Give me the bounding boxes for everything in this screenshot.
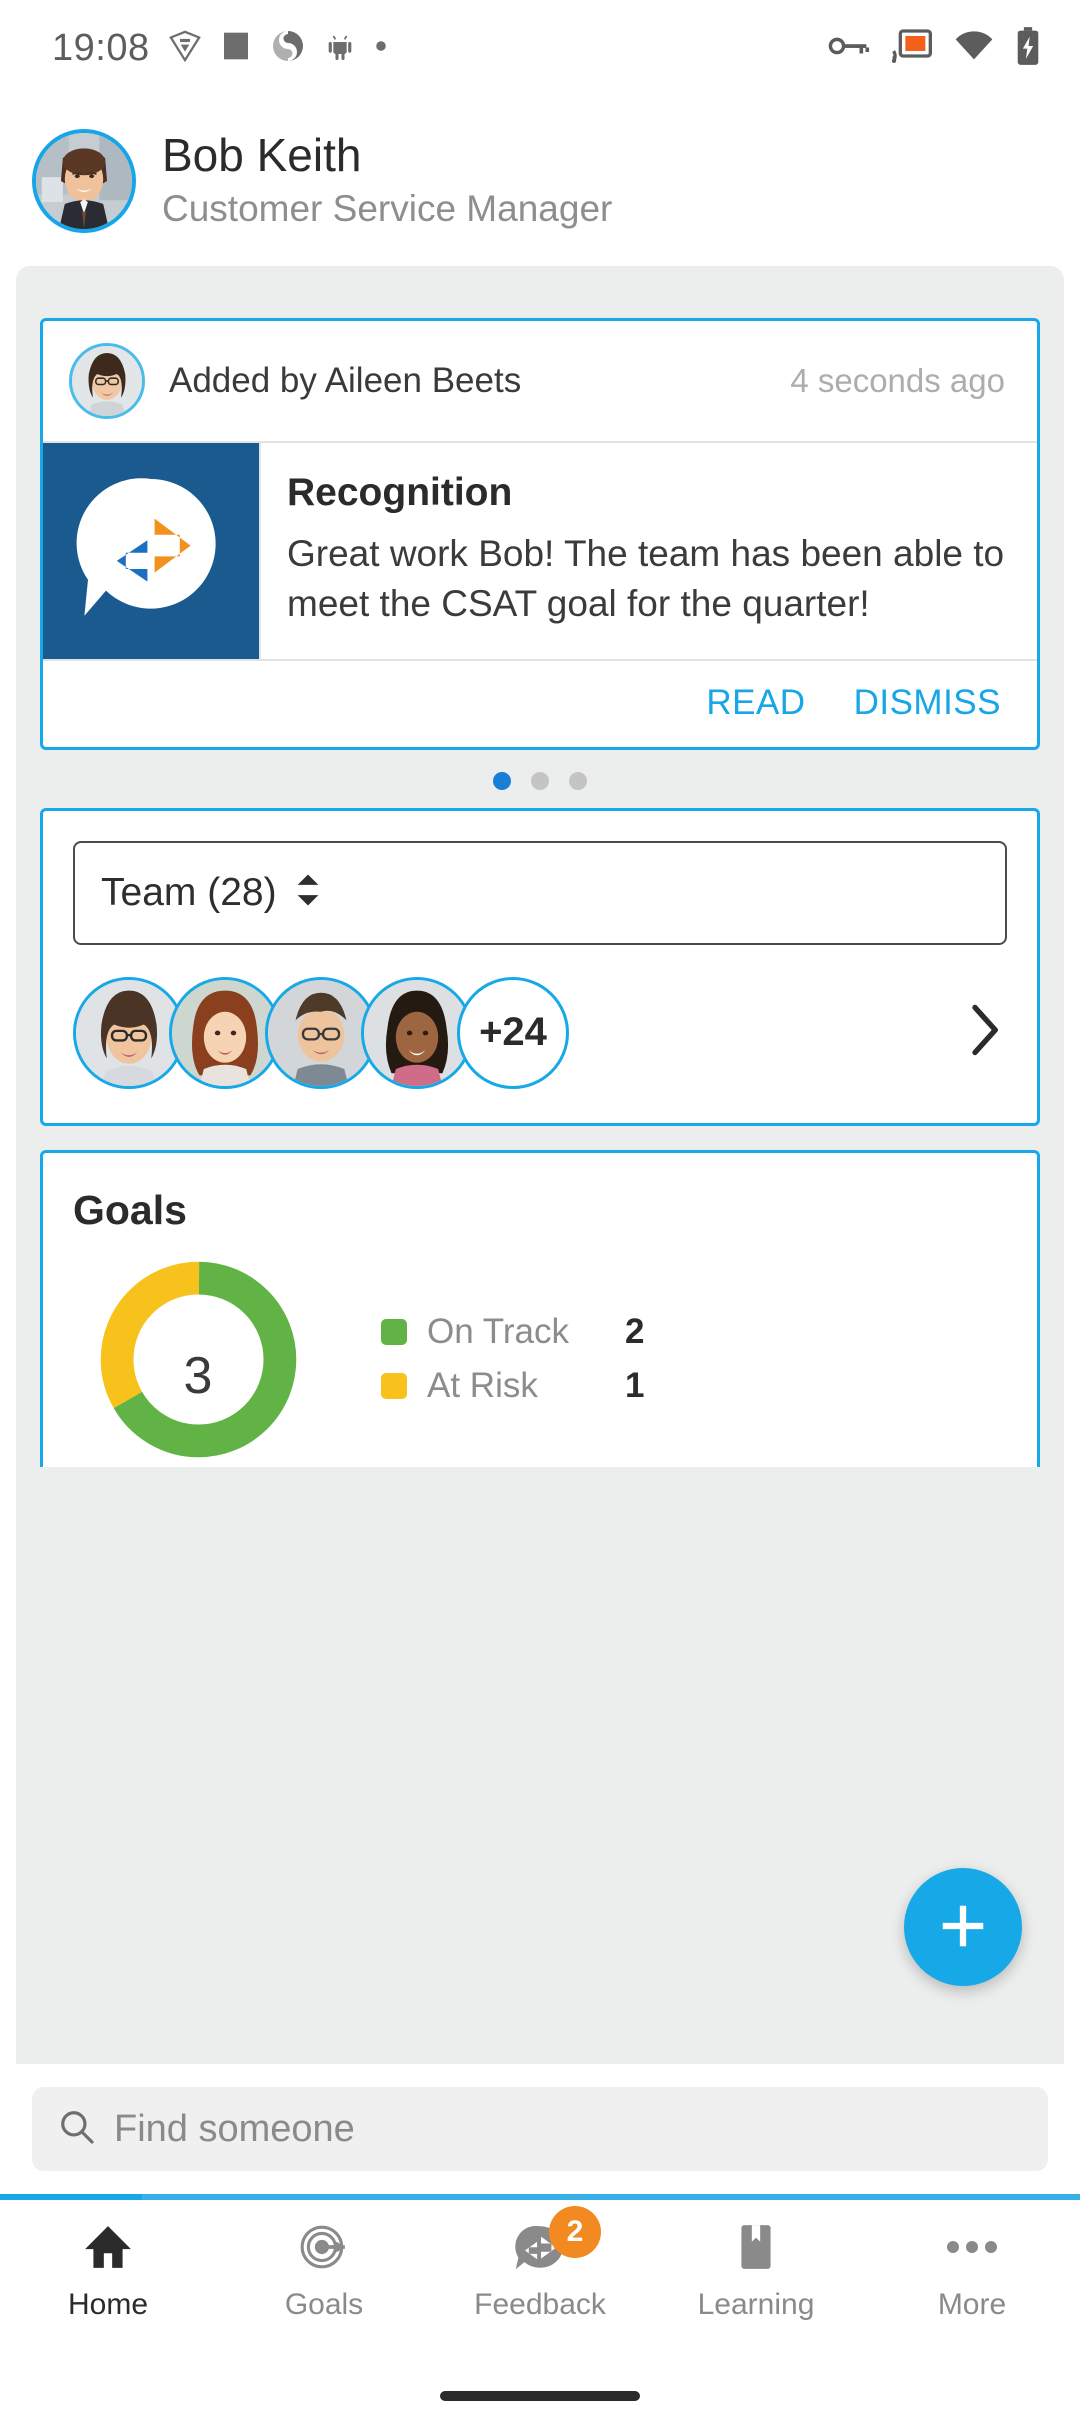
profile-header[interactable]: Bob Keith Customer Service Manager — [0, 96, 1080, 266]
spiral-icon — [270, 28, 306, 69]
legend-label-on-track: On Track — [427, 1312, 569, 1352]
team-selector-label: Team (28) — [101, 870, 277, 914]
recognition-badge-icon — [43, 443, 259, 659]
aileen-beets-avatar[interactable] — [69, 343, 145, 419]
recognition-actions: READ DISMISS — [43, 658, 1037, 747]
nav-label-more: More — [937, 2288, 1007, 2321]
app-root: 19:08 Bob Keith Customer Service Manager… — [0, 0, 1080, 2424]
battery-charging-icon — [1016, 26, 1040, 70]
team-avatars[interactable]: +24 — [73, 976, 967, 1089]
search-icon — [58, 2108, 96, 2151]
nav-progress-line — [0, 2194, 1080, 2200]
nav-progress-track — [142, 2194, 1080, 2200]
read-button[interactable]: READ — [706, 683, 805, 723]
ellipsis-icon — [946, 2237, 998, 2262]
team-selector[interactable]: Team (28) — [73, 840, 1007, 945]
recognition-added-by: Added by Aileen Beets — [169, 361, 522, 400]
goals-chart-area: 3 On Track 2 At Risk 1 — [73, 1252, 1007, 1467]
legend-item-on-track: On Track 2 — [381, 1312, 644, 1352]
chevron-right-icon[interactable] — [967, 1003, 1007, 1062]
recognition-card-body: Recognition Great work Bob! The team has… — [43, 443, 1037, 659]
nav-item-feedback[interactable]: 2 Feedback — [432, 2206, 648, 2322]
goals-title: Goals — [73, 1186, 187, 1233]
nav-label-feedback: Feedback — [474, 2288, 606, 2321]
profile-text: Bob Keith Customer Service Manager — [162, 128, 613, 233]
status-bar-clock: 19:08 — [52, 26, 150, 69]
goals-legend: On Track 2 At Risk 1 — [381, 1312, 644, 1406]
home-gesture-bar[interactable] — [440, 2391, 640, 2401]
status-bar-right — [828, 26, 1040, 70]
nav-item-more[interactable]: More — [864, 2220, 1080, 2322]
content-scroll-area[interactable]: Added by Aileen Beets 4 seconds ago Reco… — [16, 266, 1064, 2064]
avatar[interactable] — [32, 129, 136, 233]
goals-donut-chart: 3 — [73, 1252, 323, 1467]
chevron-updown-icon — [293, 871, 323, 914]
legend-label-at-risk: At Risk — [427, 1366, 538, 1406]
plus-icon — [936, 1899, 990, 1956]
dismiss-button[interactable]: DISMISS — [854, 683, 1001, 723]
nav-item-home[interactable]: Home — [0, 2220, 216, 2322]
recognition-title: Recognition — [287, 471, 513, 514]
goals-count: 3 — [183, 1346, 213, 1405]
nav-item-learning[interactable]: Learning — [648, 2220, 864, 2322]
legend-item-at-risk: At Risk 1 — [381, 1366, 644, 1406]
nav-label-goals: Goals — [284, 2288, 364, 2321]
search-placeholder: Find someone — [114, 2107, 355, 2150]
home-icon — [83, 2222, 133, 2277]
target-icon — [299, 2222, 349, 2277]
goals-card[interactable]: Goals 3 On Track 2 At Risk 1 — [40, 1149, 1040, 1467]
legend-value-at-risk: 1 — [625, 1366, 645, 1406]
status-bar: 19:08 — [0, 0, 1080, 96]
bookmark-icon — [735, 2222, 777, 2277]
recognition-message: Great work Bob! The team has been able t… — [287, 533, 1005, 624]
recognition-card-header: Added by Aileen Beets 4 seconds ago — [43, 321, 1037, 443]
wifi-icon — [954, 30, 994, 66]
recognition-card[interactable]: Added by Aileen Beets 4 seconds ago Reco… — [40, 318, 1040, 750]
carousel-dots[interactable] — [16, 750, 1064, 808]
status-bar-left: 19:08 — [52, 27, 388, 70]
legend-value-on-track: 2 — [625, 1312, 645, 1352]
nav-badge-feedback: 2 — [549, 2206, 601, 2258]
search-input[interactable]: Find someone — [32, 2087, 1048, 2171]
dot-icon — [374, 39, 388, 58]
team-overflow-count[interactable]: +24 — [457, 976, 569, 1089]
cast-icon — [891, 28, 932, 68]
carousel-dot-1[interactable] — [493, 771, 511, 790]
recognition-timestamp: 4 seconds ago — [790, 362, 1005, 399]
android-icon — [324, 29, 356, 68]
team-members-row[interactable]: +24 — [73, 976, 1007, 1089]
page-title: Bob Keith — [162, 128, 362, 181]
square-icon — [220, 30, 252, 67]
nav-label-home: Home — [67, 2288, 149, 2321]
nav-progress-active — [0, 2194, 142, 2200]
shield-icon — [168, 29, 202, 68]
carousel-dot-2[interactable] — [531, 771, 549, 790]
team-card[interactable]: Team (28) +24 — [40, 807, 1040, 1126]
legend-swatch-on-track — [381, 1319, 407, 1346]
gesture-zone — [0, 2368, 1080, 2424]
carousel-dot-3[interactable] — [569, 771, 587, 790]
profile-role: Customer Service Manager — [162, 188, 613, 230]
nav-label-learning: Learning — [697, 2288, 815, 2321]
nav-item-goals[interactable]: Goals — [216, 2220, 432, 2322]
vpn-key-icon — [828, 31, 870, 66]
add-button[interactable] — [904, 1868, 1022, 1986]
bottom-navigation: Home Goals 2 Feedback Learning More — [0, 2200, 1080, 2368]
search-zone: Find someone — [0, 2064, 1080, 2194]
recognition-text-block: Recognition Great work Bob! The team has… — [259, 443, 1037, 659]
legend-swatch-at-risk — [381, 1373, 407, 1400]
